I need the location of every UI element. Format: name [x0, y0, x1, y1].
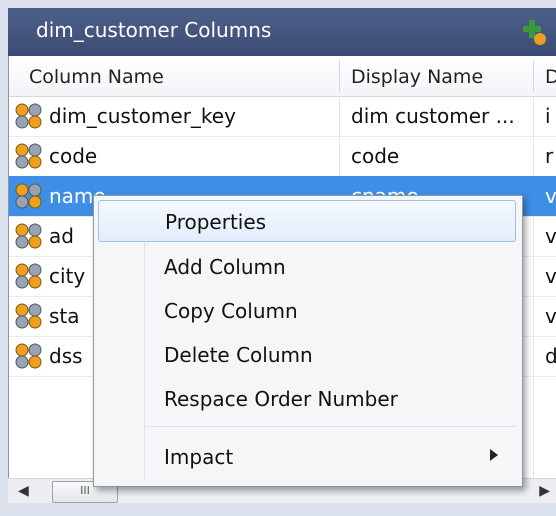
menu-item-label: Properties: [165, 210, 267, 234]
menu-item-impact[interactable]: Impact: [98, 436, 516, 478]
panel-title: dim_customer Columns: [36, 18, 272, 42]
table-row[interactable]: code code r: [9, 136, 556, 177]
menu-separator: [146, 426, 516, 427]
menu-item-delete-column[interactable]: Delete Column: [98, 334, 516, 376]
menu-item-respace-order-number[interactable]: Respace Order Number: [98, 378, 516, 420]
column-icon: [15, 303, 42, 329]
cell-column-name[interactable]: code: [49, 136, 335, 176]
header-column-name[interactable]: Column Name: [29, 56, 164, 96]
cell-data-type[interactable]: v: [545, 296, 556, 336]
menu-item-label: Delete Column: [164, 343, 313, 367]
header-divider[interactable]: [533, 60, 534, 92]
submenu-arrow-icon: [490, 449, 498, 461]
header-display-name[interactable]: Display Name: [351, 56, 483, 96]
scroll-left-icon[interactable]: ◀: [18, 483, 29, 499]
column-icon: [15, 183, 42, 209]
cell-display-name[interactable]: code: [351, 136, 529, 176]
column-icon: [15, 263, 42, 289]
cell-data-type[interactable]: i: [545, 96, 556, 136]
menu-item-copy-column[interactable]: Copy Column: [98, 290, 516, 332]
grid-header: Column Name Display Name D: [9, 56, 556, 97]
menu-item-label: Add Column: [164, 255, 286, 279]
cell-data-type[interactable]: v: [545, 216, 556, 256]
header-divider[interactable]: [339, 60, 340, 92]
context-menu: Properties Add Column Copy Column Delete…: [93, 195, 523, 487]
column-icon: [15, 103, 42, 129]
column-icon: [15, 343, 42, 369]
scroll-right-icon[interactable]: ▶: [539, 483, 550, 499]
header-data-type[interactable]: D: [545, 56, 556, 96]
cell-data-type[interactable]: v: [545, 256, 556, 296]
cell-data-type[interactable]: d: [545, 336, 556, 376]
menu-item-label: Copy Column: [164, 299, 298, 323]
cell-display-name[interactable]: dim customer ...: [351, 96, 529, 136]
menu-item-label: Impact: [164, 445, 234, 469]
cell-data-type[interactable]: v: [545, 176, 556, 216]
add-column-icon[interactable]: [520, 18, 548, 46]
menu-item-properties[interactable]: Properties: [98, 200, 516, 242]
cell-column-name[interactable]: dim_customer_key: [49, 96, 335, 136]
panel-title-bar: dim_customer Columns: [8, 8, 556, 56]
table-row[interactable]: dim_customer_key dim customer ... i: [9, 96, 556, 137]
column-icon: [15, 223, 42, 249]
cell-data-type[interactable]: r: [545, 136, 556, 176]
menu-item-add-column[interactable]: Add Column: [98, 246, 516, 288]
column-icon: [15, 143, 42, 169]
menu-item-label: Respace Order Number: [164, 387, 398, 411]
